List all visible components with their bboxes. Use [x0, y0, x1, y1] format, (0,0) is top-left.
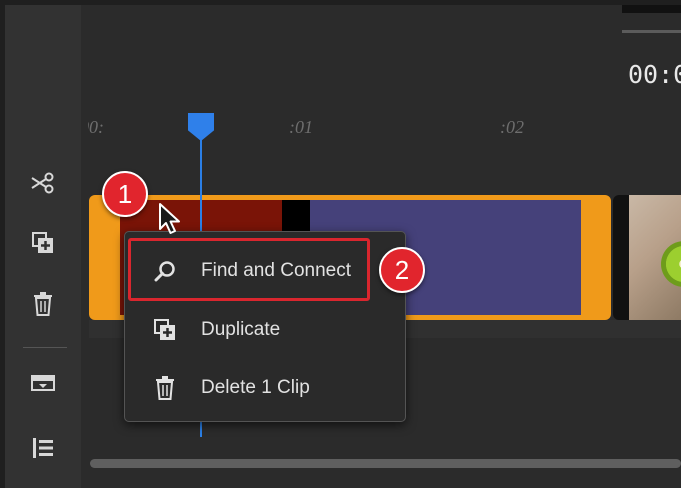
- mouse-pointer-icon: [159, 203, 180, 234]
- sidebar-divider: [23, 347, 67, 348]
- timecode-divider: [622, 30, 681, 33]
- timeline-scrollbar[interactable]: [90, 459, 681, 468]
- monitor-edge: [622, 5, 681, 13]
- scissors-icon: [31, 172, 54, 194]
- highlight-box: [128, 238, 370, 301]
- menu-item-delete[interactable]: Delete 1 Clip: [125, 360, 405, 416]
- step-badge-2: 2: [379, 247, 425, 293]
- align-icon: [33, 438, 53, 458]
- track-settings-button[interactable]: [27, 367, 59, 399]
- ruler-tick-0: :00: [88, 117, 104, 137]
- delete-clip-button[interactable]: [27, 288, 59, 320]
- split-clip-button[interactable]: [27, 167, 59, 199]
- duplicate-clip-button[interactable]: [27, 227, 59, 259]
- video-clip-next[interactable]: [613, 195, 681, 320]
- duplicate-icon: [153, 318, 177, 342]
- clip-thumbnail: [629, 195, 681, 320]
- step-badge-1: 1: [102, 171, 148, 217]
- duplicate-icon: [32, 232, 53, 253]
- trash-icon: [153, 376, 177, 400]
- kiwi-image: [661, 241, 681, 287]
- menu-item-label: Delete 1 Clip: [201, 377, 310, 398]
- tool-sidebar: [5, 5, 81, 488]
- track-icon: [31, 375, 55, 391]
- ruler-tick-1: :01: [289, 117, 313, 137]
- trash-icon: [34, 292, 52, 316]
- current-timecode: 00:0: [628, 60, 681, 89]
- menu-item-label: Duplicate: [201, 319, 281, 340]
- menu-item-duplicate[interactable]: Duplicate: [125, 302, 405, 358]
- align-button[interactable]: [27, 432, 59, 464]
- ruler-tick-2: :02: [500, 117, 524, 137]
